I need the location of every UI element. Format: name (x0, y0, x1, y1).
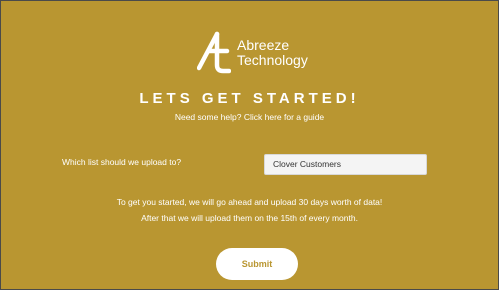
upload-info-text: To get you started, we will go ahead and… (1, 194, 498, 226)
upload-info-line2: After that we will upload them on the 15… (141, 213, 358, 223)
submit-button[interactable]: Submit (216, 248, 298, 280)
brand-logo: Abreeze Technology (197, 28, 317, 74)
upload-info-line1: To get you started, we will go ahead and… (116, 197, 383, 207)
upload-list-select[interactable]: Clover Customers (264, 154, 427, 175)
brand-name-line2: Technology (237, 52, 308, 68)
page-title: LETS GET STARTED! (139, 90, 360, 107)
brand-name: Abreeze Technology (237, 38, 308, 68)
upload-list-label: Which list should we upload to? (62, 157, 182, 167)
setup-panel: Abreeze Technology LETS GET STARTED! Nee… (0, 0, 499, 290)
brand-name-line1: Abreeze (237, 37, 290, 53)
help-guide-link[interactable]: Need some help? Click here for a guide (1, 112, 498, 122)
upload-list-selected-value: Clover Customers (273, 159, 342, 169)
abreeze-logo-icon (197, 31, 231, 74)
